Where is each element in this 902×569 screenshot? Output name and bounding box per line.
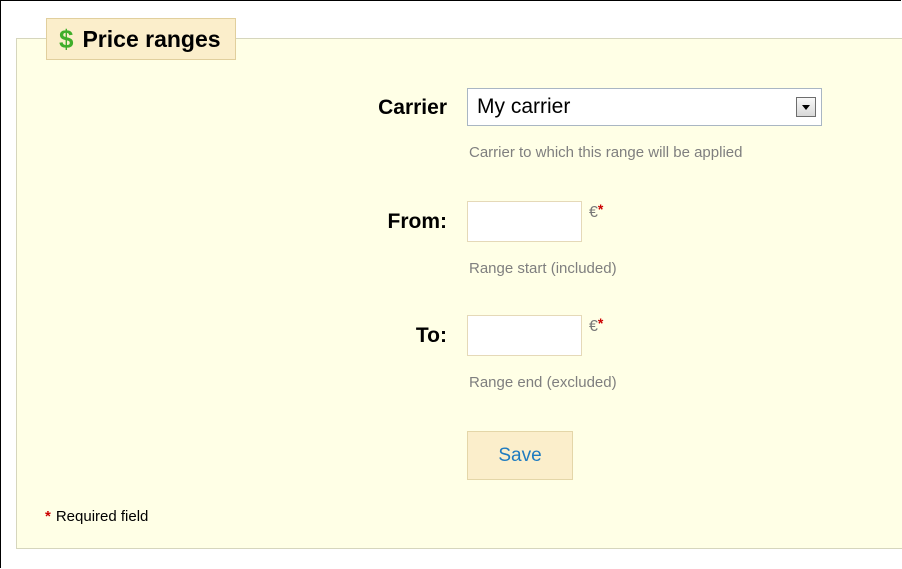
carrier-select[interactable]: My carrier (467, 88, 822, 126)
to-label: To: (415, 324, 447, 347)
chevron-down-icon (802, 104, 810, 110)
dropdown-button[interactable] (796, 97, 816, 117)
carrier-hint: Carrier to which this range will be appl… (469, 144, 743, 161)
carrier-label: Carrier (378, 96, 447, 119)
dollar-icon: $ (59, 24, 74, 54)
to-unit: €* (589, 315, 604, 336)
save-button[interactable]: Save (467, 431, 573, 480)
required-star: * (597, 315, 604, 331)
panel-legend: $ Price ranges (46, 18, 236, 60)
required-field-text: Required field (55, 508, 149, 525)
carrier-selected-value: My carrier (477, 95, 571, 118)
panel-title: Price ranges (82, 25, 221, 52)
euro-unit: € (589, 318, 598, 335)
from-hint: Range start (included) (469, 260, 617, 277)
required-star: * (597, 201, 604, 217)
required-star: * (45, 508, 51, 525)
to-hint: Range end (excluded) (469, 374, 617, 391)
from-label: From: (387, 210, 448, 233)
euro-unit: € (589, 204, 598, 221)
from-unit: €* (589, 201, 604, 222)
from-input[interactable] (467, 201, 582, 242)
required-field-note: * Required field (45, 508, 148, 525)
to-input[interactable] (467, 315, 582, 356)
